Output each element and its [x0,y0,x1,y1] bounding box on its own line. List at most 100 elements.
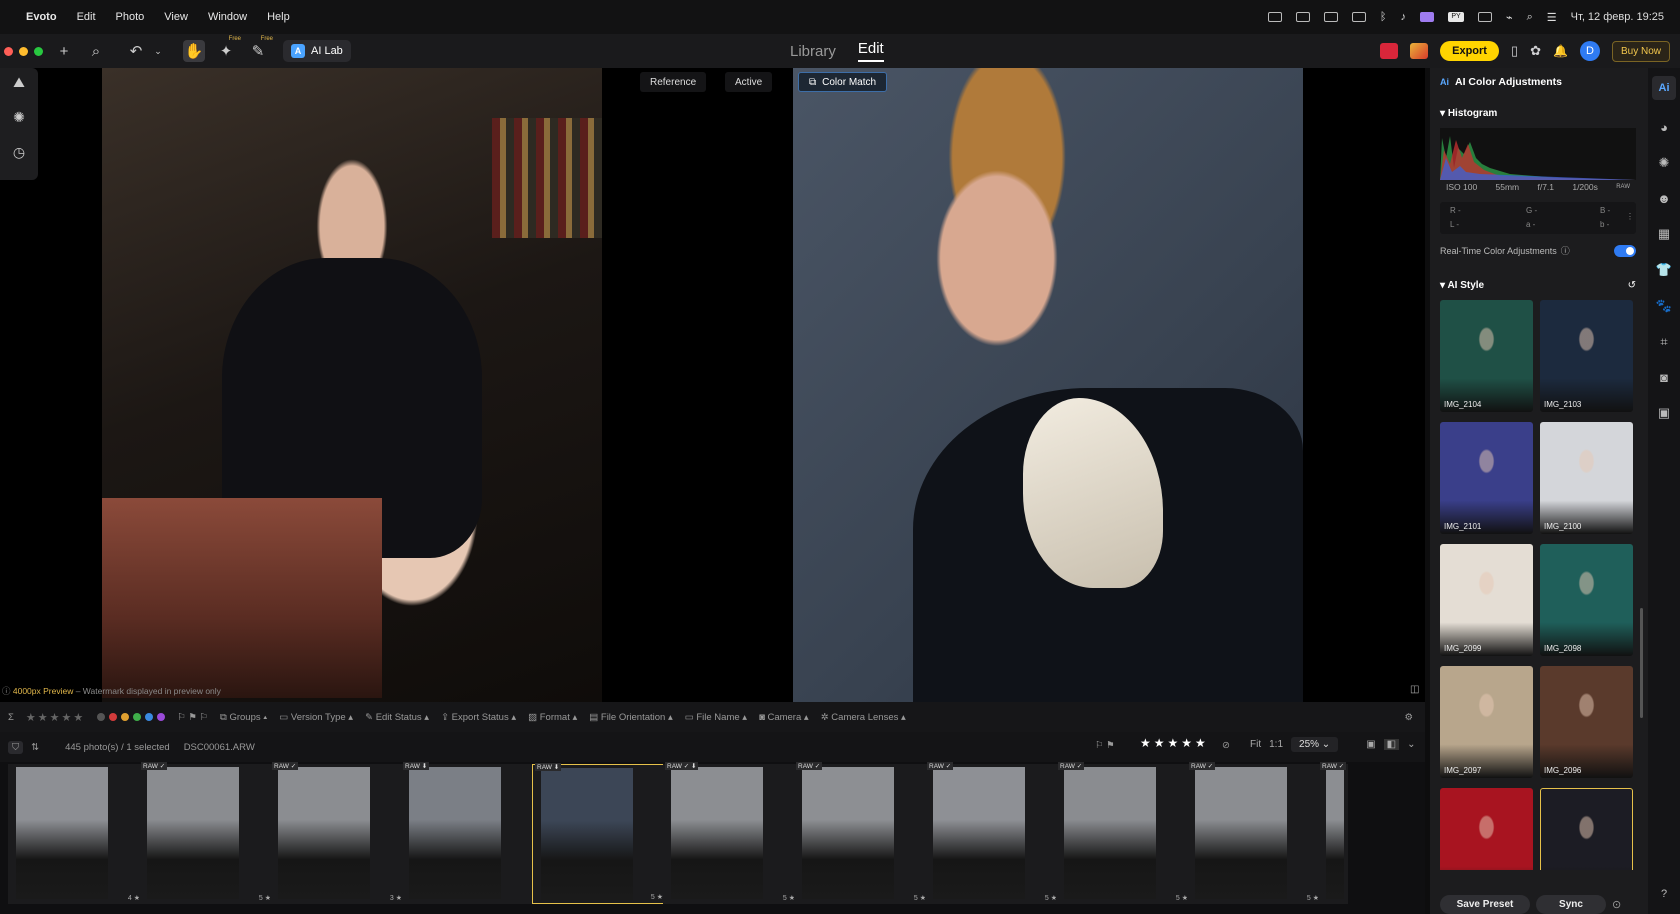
display-icon[interactable] [1323,12,1338,22]
avatar[interactable]: D [1579,41,1600,61]
cloud-icon[interactable] [1295,12,1310,22]
screen-record-icon[interactable] [1267,12,1282,22]
filter-settings-icon[interactable]: ⚙ [1404,712,1413,723]
flag-filter-icon[interactable]: ⚐ ⚑ ⚐ [177,712,208,723]
hand-tool-icon[interactable]: ✋ [183,40,205,62]
help-icon[interactable]: ? [1661,888,1667,900]
volume-icon[interactable]: ♪ [1401,11,1407,23]
filmstrip-thumb[interactable]: RAW ✓ 5 ★ [1187,762,1321,904]
stage-manager-icon[interactable] [1420,12,1434,22]
sum-icon[interactable]: Σ [8,712,14,723]
star-filter[interactable]: ★★★★★ [26,711,85,724]
filter-file-name[interactable]: ▭ File Name ▴ [685,712,747,723]
color-dot-red[interactable] [109,713,118,721]
filmstrip-thumb[interactable]: RAW ✓ [1318,762,1348,904]
color-dot-green[interactable] [133,713,142,721]
export-button[interactable]: Export [1440,41,1499,61]
split-view-icon[interactable]: ◫ [1410,684,1419,695]
palette-icon[interactable]: ◕ [1660,120,1668,135]
folder-eye-icon[interactable]: ▣ [1658,405,1670,421]
ai-style-thumb[interactable]: IMG_2098 [1540,544,1633,656]
close-window-button[interactable] [4,46,13,56]
free-tool-b-icon[interactable]: ✎ Free [247,36,273,62]
camera-icon[interactable]: ◙ [1660,370,1668,385]
view-dropdown-icon[interactable]: ⌄ [1407,739,1415,750]
filmstrip-thumb[interactable]: RAW ✓ ⬇ 5 ★ [663,762,797,904]
bluetooth-icon[interactable]: ᛒ [1380,11,1387,23]
filmstrip-thumb[interactable]: RAW ✓ 5 ★ [794,762,928,904]
zoom-window-button[interactable] [34,46,43,56]
fit-button[interactable]: Fit [1250,739,1261,750]
menu-help[interactable]: Help [267,11,290,23]
ai-style-thumb[interactable]: IMG_2104 [1440,300,1533,412]
portrait-edit-icon[interactable]: ⛰ [13,74,25,91]
filmstrip-thumb[interactable]: RAW ✓ 5 ★ [1056,762,1190,904]
clothing-icon[interactable]: 👕 [1656,262,1672,278]
menu-photo[interactable]: Photo [116,11,145,23]
filter-groups[interactable]: ⧉ Groups ▴ [220,712,267,723]
menu-edit[interactable]: Edit [77,11,96,23]
ai-style-header[interactable]: ▾ AI Style ↺ [1440,280,1636,291]
reject-icon[interactable]: ⊘ [1222,740,1230,751]
info-icon[interactable]: ⓘ [1561,244,1570,257]
color-dot-blue[interactable] [145,713,154,721]
zoom-select[interactable]: 25% ⌄ [1291,737,1339,752]
realtime-adjust-toggle[interactable] [1614,244,1636,257]
gift-icon[interactable] [1380,43,1399,59]
color-dot-orange[interactable] [121,713,130,721]
battery-icon[interactable] [1478,12,1492,22]
panel-scrollbar[interactable] [1640,608,1643,718]
ai-style-thumb[interactable]: IMG_6159 2 [1440,788,1533,870]
free-tool-a-icon[interactable]: ✦ Free [215,36,241,62]
pet-icon[interactable]: 🐾 [1656,298,1672,314]
ai-style-thumb[interactable]: IMG_2100 [1540,422,1633,534]
face-icon[interactable]: ☻ [1657,191,1671,206]
menu-view[interactable]: View [164,11,188,23]
panel-toggle-icon[interactable]: ▯ [1511,43,1518,59]
readout-more-icon[interactable]: ⋮ [1626,212,1634,221]
wallet-icon[interactable] [1351,12,1366,22]
filmstrip-thumb[interactable]: RAW ⬇ 5 ★ [532,763,666,904]
buy-now-button[interactable]: Buy Now [1611,40,1670,62]
effects-icon[interactable]: ✺ [1659,155,1670,171]
filter-format[interactable]: ▨ Format ▴ [528,712,577,723]
history-dropdown-icon[interactable]: ⌄ [147,40,169,62]
filmstrip-thumb[interactable]: RAW ✓ 3 ★ [270,762,404,904]
reference-label[interactable]: Reference [640,72,707,92]
menu-window[interactable]: Window [208,11,247,23]
single-view-icon[interactable]: ▣ [1366,739,1375,750]
ai-style-thumb[interactable]: IMG_0815 [1540,788,1633,870]
ai-adjust-icon[interactable]: Ai [1652,76,1676,100]
menu-app-name[interactable]: Evoto [26,11,57,23]
color-match-button[interactable]: ⧉ Color Match [798,72,888,92]
spotlight-search-icon[interactable]: ⌕ [1527,11,1533,24]
active-label[interactable]: Active [725,72,773,92]
minimize-window-button[interactable] [19,46,28,56]
effects-icon[interactable]: ✺ [13,109,25,126]
tab-edit[interactable]: Edit [857,40,884,62]
filmstrip-thumb[interactable]: 4 ★ [8,764,142,904]
ai-style-thumb[interactable]: IMG_2099 [1440,544,1533,656]
undo-icon[interactable]: ↶ [125,40,147,62]
community-icon[interactable]: ✿ [1530,43,1541,59]
sort-icon[interactable]: ⇅ [31,742,39,753]
filter-camera-lenses[interactable]: ✲ Camera Lenses ▴ [821,712,906,723]
background-icon[interactable]: ▦ [1658,226,1670,242]
ai-style-thumb[interactable]: IMG_2097 [1440,666,1533,778]
filmstrip-thumb[interactable]: RAW ✓ 5 ★ [139,762,273,904]
flag-icons[interactable]: ⚐ ⚑ [1095,740,1115,751]
ai-style-thumb[interactable]: IMG_2096 [1540,666,1633,778]
history-icon[interactable]: ◷ [13,144,25,161]
crop-icon[interactable]: ⌗ [1660,334,1667,350]
active-photo[interactable] [793,68,1303,702]
color-dot-purple[interactable] [157,713,166,721]
filter-file-orientation[interactable]: ▤ File Orientation ▴ [589,712,672,723]
search-icon[interactable]: ⌕ [85,40,107,62]
filter-version-type[interactable]: ▭ Version Type ▴ [279,712,353,723]
keyboard-layout-badge[interactable]: PY [1448,12,1464,22]
edit-canvas[interactable]: Reference Active ⧉ Color Match ⓘ 4000px … [0,68,1425,702]
bell-icon[interactable]: 🔔 [1553,44,1568,58]
filmstrip-thumb[interactable]: RAW ⬇ [401,762,535,904]
ai-style-thumb[interactable]: IMG_2101 [1440,422,1533,534]
reference-photo[interactable] [102,68,602,702]
